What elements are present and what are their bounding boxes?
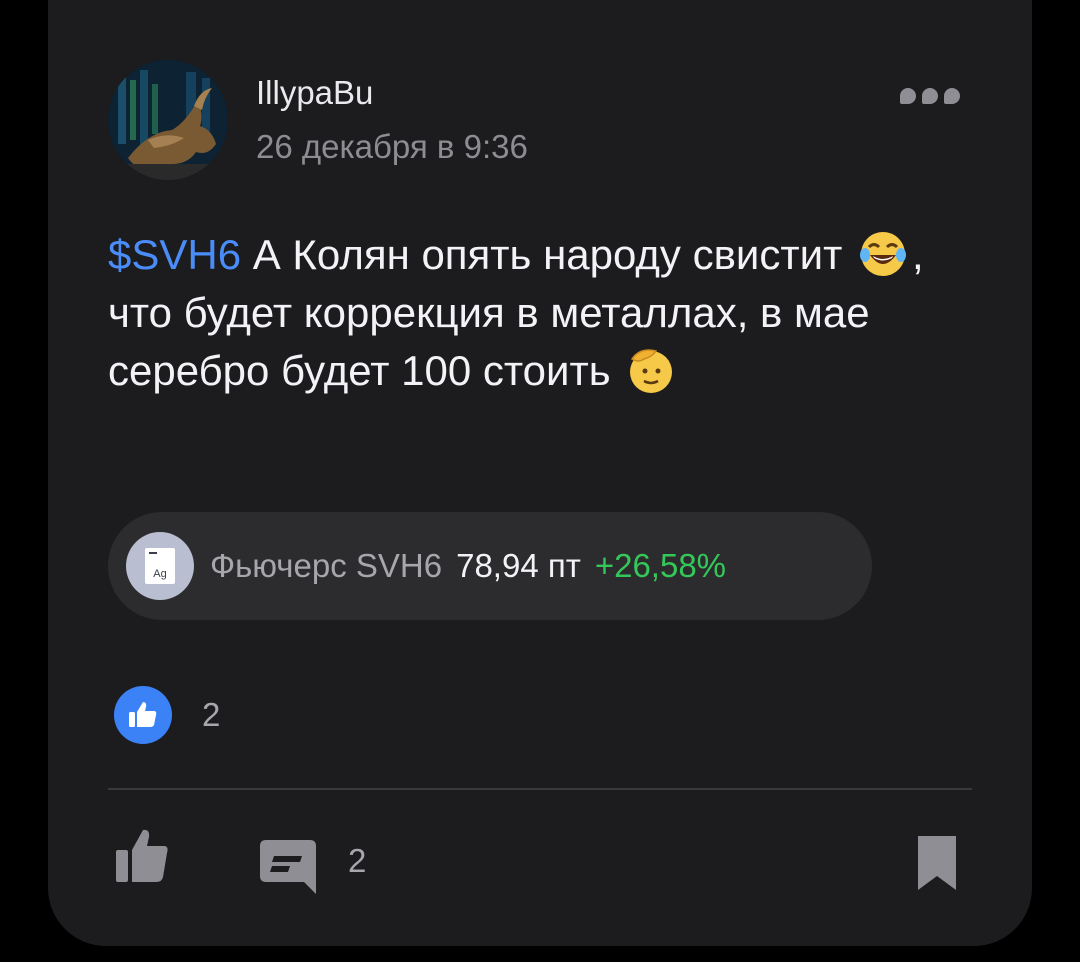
comment-button[interactable] [256, 838, 320, 900]
instrument-change: +26,58% [594, 547, 727, 584]
instrument-chip[interactable]: Ag Фьючерс SVH6 78,94 пт +26,58% [108, 512, 872, 620]
reaction-summary[interactable]: 2 [114, 686, 220, 744]
silver-icon: Ag [126, 532, 194, 600]
divider [108, 788, 972, 790]
more-dot-icon [944, 88, 960, 104]
thumbs-up-reaction-icon [114, 686, 172, 744]
post-body: $SVH6 А Колян опять народу свистит , что… [108, 226, 968, 400]
instrument-price: 78,94 пт [456, 547, 581, 584]
more-dot-icon [900, 88, 916, 104]
author-avatar[interactable] [108, 60, 228, 180]
ticker-link[interactable]: $SVH6 [108, 231, 241, 278]
instrument-name: Фьючерс SVH6 [210, 547, 443, 584]
post-date: 26 декабря в 9:36 [256, 128, 528, 165]
comment-count: 2 [348, 842, 367, 879]
more-options-button[interactable] [900, 84, 974, 108]
like-button[interactable] [114, 826, 170, 888]
post-card: IllypaBu 26 декабря в 9:36 $SVH6 А Колян… [48, 0, 1032, 946]
author-name[interactable]: IllypaBu [256, 74, 373, 112]
saluting-face-emoji-icon [630, 349, 673, 393]
comment-icon [260, 840, 316, 894]
joy-crying-emoji-icon [859, 232, 906, 276]
more-dot-icon [922, 88, 938, 104]
post-text-part: А Колян опять народу свистит [241, 231, 854, 278]
silver-tile: Ag [145, 548, 175, 584]
bookmark-button[interactable] [916, 834, 958, 896]
bull-avatar-image [108, 60, 228, 180]
reaction-count: 2 [202, 696, 221, 733]
bookmark-icon [918, 836, 956, 890]
thumbs-up-icon [116, 829, 168, 882]
